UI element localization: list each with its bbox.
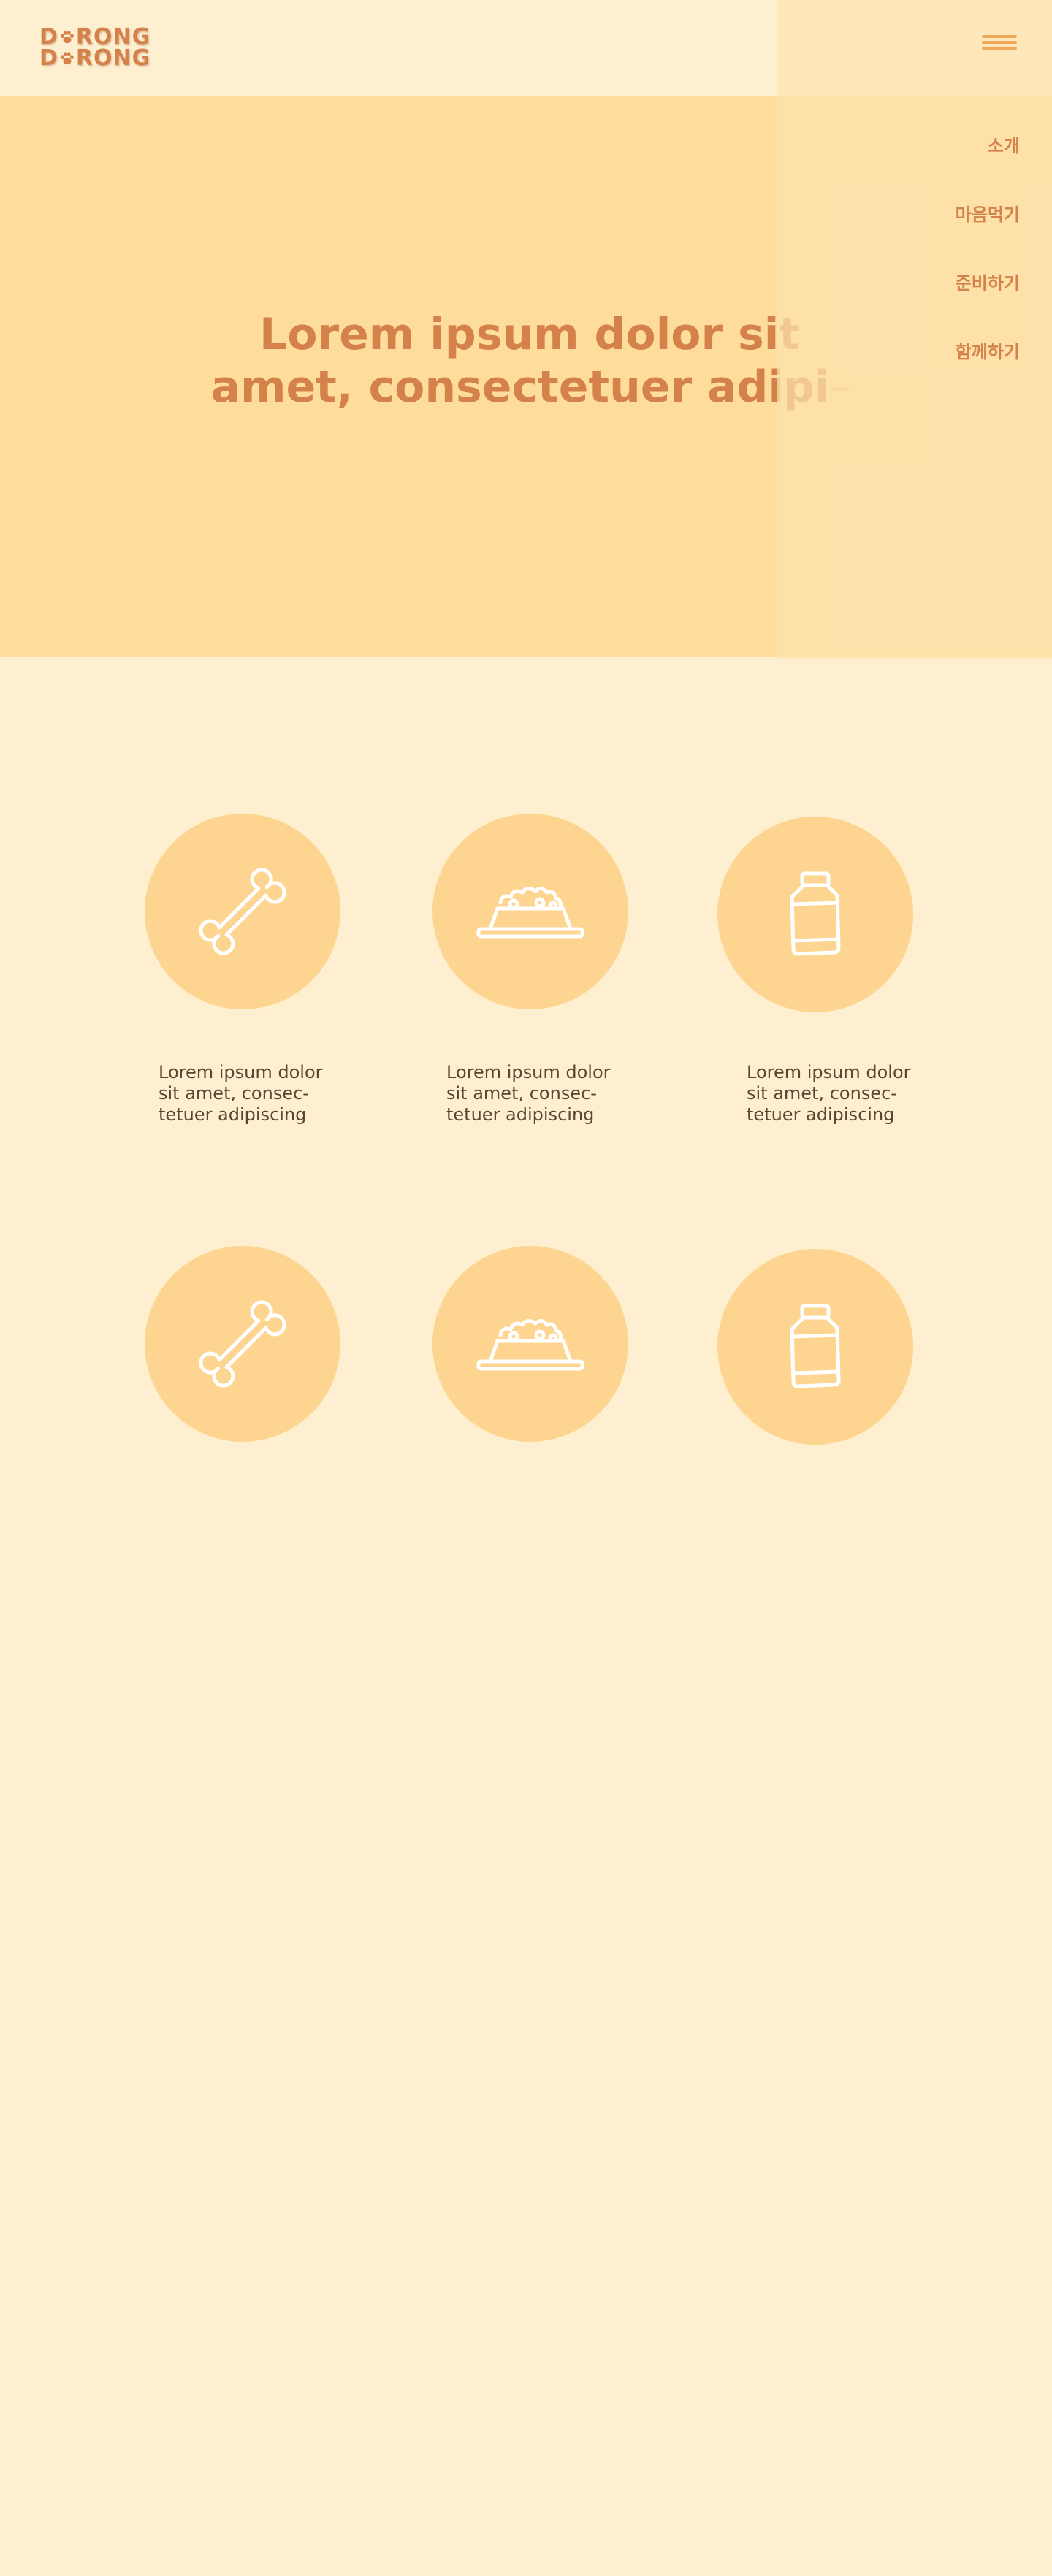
feature-card-medicine-bottle[interactable] (717, 1249, 913, 1445)
logo-letter: D (39, 45, 58, 71)
food-bowl-icon (476, 887, 584, 939)
feature-card-medicine-bottle[interactable] (717, 817, 913, 1012)
medicine-bottle-icon (790, 871, 841, 956)
menu-item-intro[interactable]: 소개 (956, 131, 1020, 200)
feature-text-line: tetuer adipiscing (446, 1104, 595, 1125)
food-bowl-icon (476, 1319, 584, 1371)
header: D RONG D RONG (0, 0, 777, 96)
menu-items: 소개 마음먹기 준비하기 함께하기 (956, 131, 1020, 406)
feature-text-line: Lorem ipsum dolor (159, 1062, 323, 1082)
hamburger-bar (982, 41, 1017, 44)
bone-icon (199, 868, 286, 955)
page: Lorem ipsum dolor sit amet, consectetuer… (0, 0, 1052, 2576)
logo-line-2: D RONG (39, 47, 150, 69)
logo-word: RONG (75, 24, 151, 50)
paw-icon (61, 30, 74, 43)
menu-item-prepare[interactable]: 준비하기 (956, 269, 1020, 337)
logo-word: RONG (75, 45, 151, 71)
paw-icon (61, 51, 74, 64)
feature-text: Lorem ipsum dolor sit amet, consec- tetu… (446, 1062, 629, 1125)
feature-text-line: sit amet, consec- (446, 1083, 597, 1104)
feature-card-bone[interactable] (145, 1246, 340, 1442)
menu-item-together[interactable]: 함께하기 (956, 337, 1020, 406)
feature-text: Lorem ipsum dolor sit amet, consec- tetu… (747, 1062, 929, 1125)
hero-title-line-1: Lorem ipsum dolor sit (259, 309, 800, 360)
feature-text-line: sit amet, consec- (747, 1083, 897, 1104)
medicine-bottle-icon (790, 1304, 841, 1388)
hamburger-bar (982, 47, 1017, 50)
logo[interactable]: D RONG D RONG (39, 26, 150, 69)
feature-text-line: tetuer adipiscing (159, 1104, 307, 1125)
logo-letter: D (39, 24, 58, 50)
feature-text-line: Lorem ipsum dolor (747, 1062, 911, 1082)
feature-text-line: tetuer adipiscing (747, 1104, 895, 1125)
feature-card-food-bowl[interactable] (432, 814, 628, 1009)
hamburger-bar (982, 35, 1017, 38)
logo-line-1: D RONG (39, 24, 151, 50)
hero-title-line-2-text: amet, consectetuer adipi (210, 362, 830, 413)
hero-title: Lorem ipsum dolor sit amet, consectetuer… (190, 308, 869, 413)
feature-card-bone[interactable] (145, 814, 340, 1009)
menu-item-decide[interactable]: 마음먹기 (956, 200, 1020, 269)
side-menu: 소개 마음먹기 준비하기 함께하기 (777, 0, 1052, 659)
feature-text-line: sit amet, consec- (159, 1083, 309, 1104)
feature-text: Lorem ipsum dolor sit amet, consec- tetu… (159, 1062, 341, 1125)
bone-icon (199, 1300, 286, 1388)
hero-title-line-2: amet, consectetuer adipi (190, 361, 869, 413)
feature-text-line: Lorem ipsum dolor (446, 1062, 611, 1082)
hamburger-menu-icon[interactable] (982, 31, 1018, 54)
feature-card-food-bowl[interactable] (432, 1246, 628, 1442)
